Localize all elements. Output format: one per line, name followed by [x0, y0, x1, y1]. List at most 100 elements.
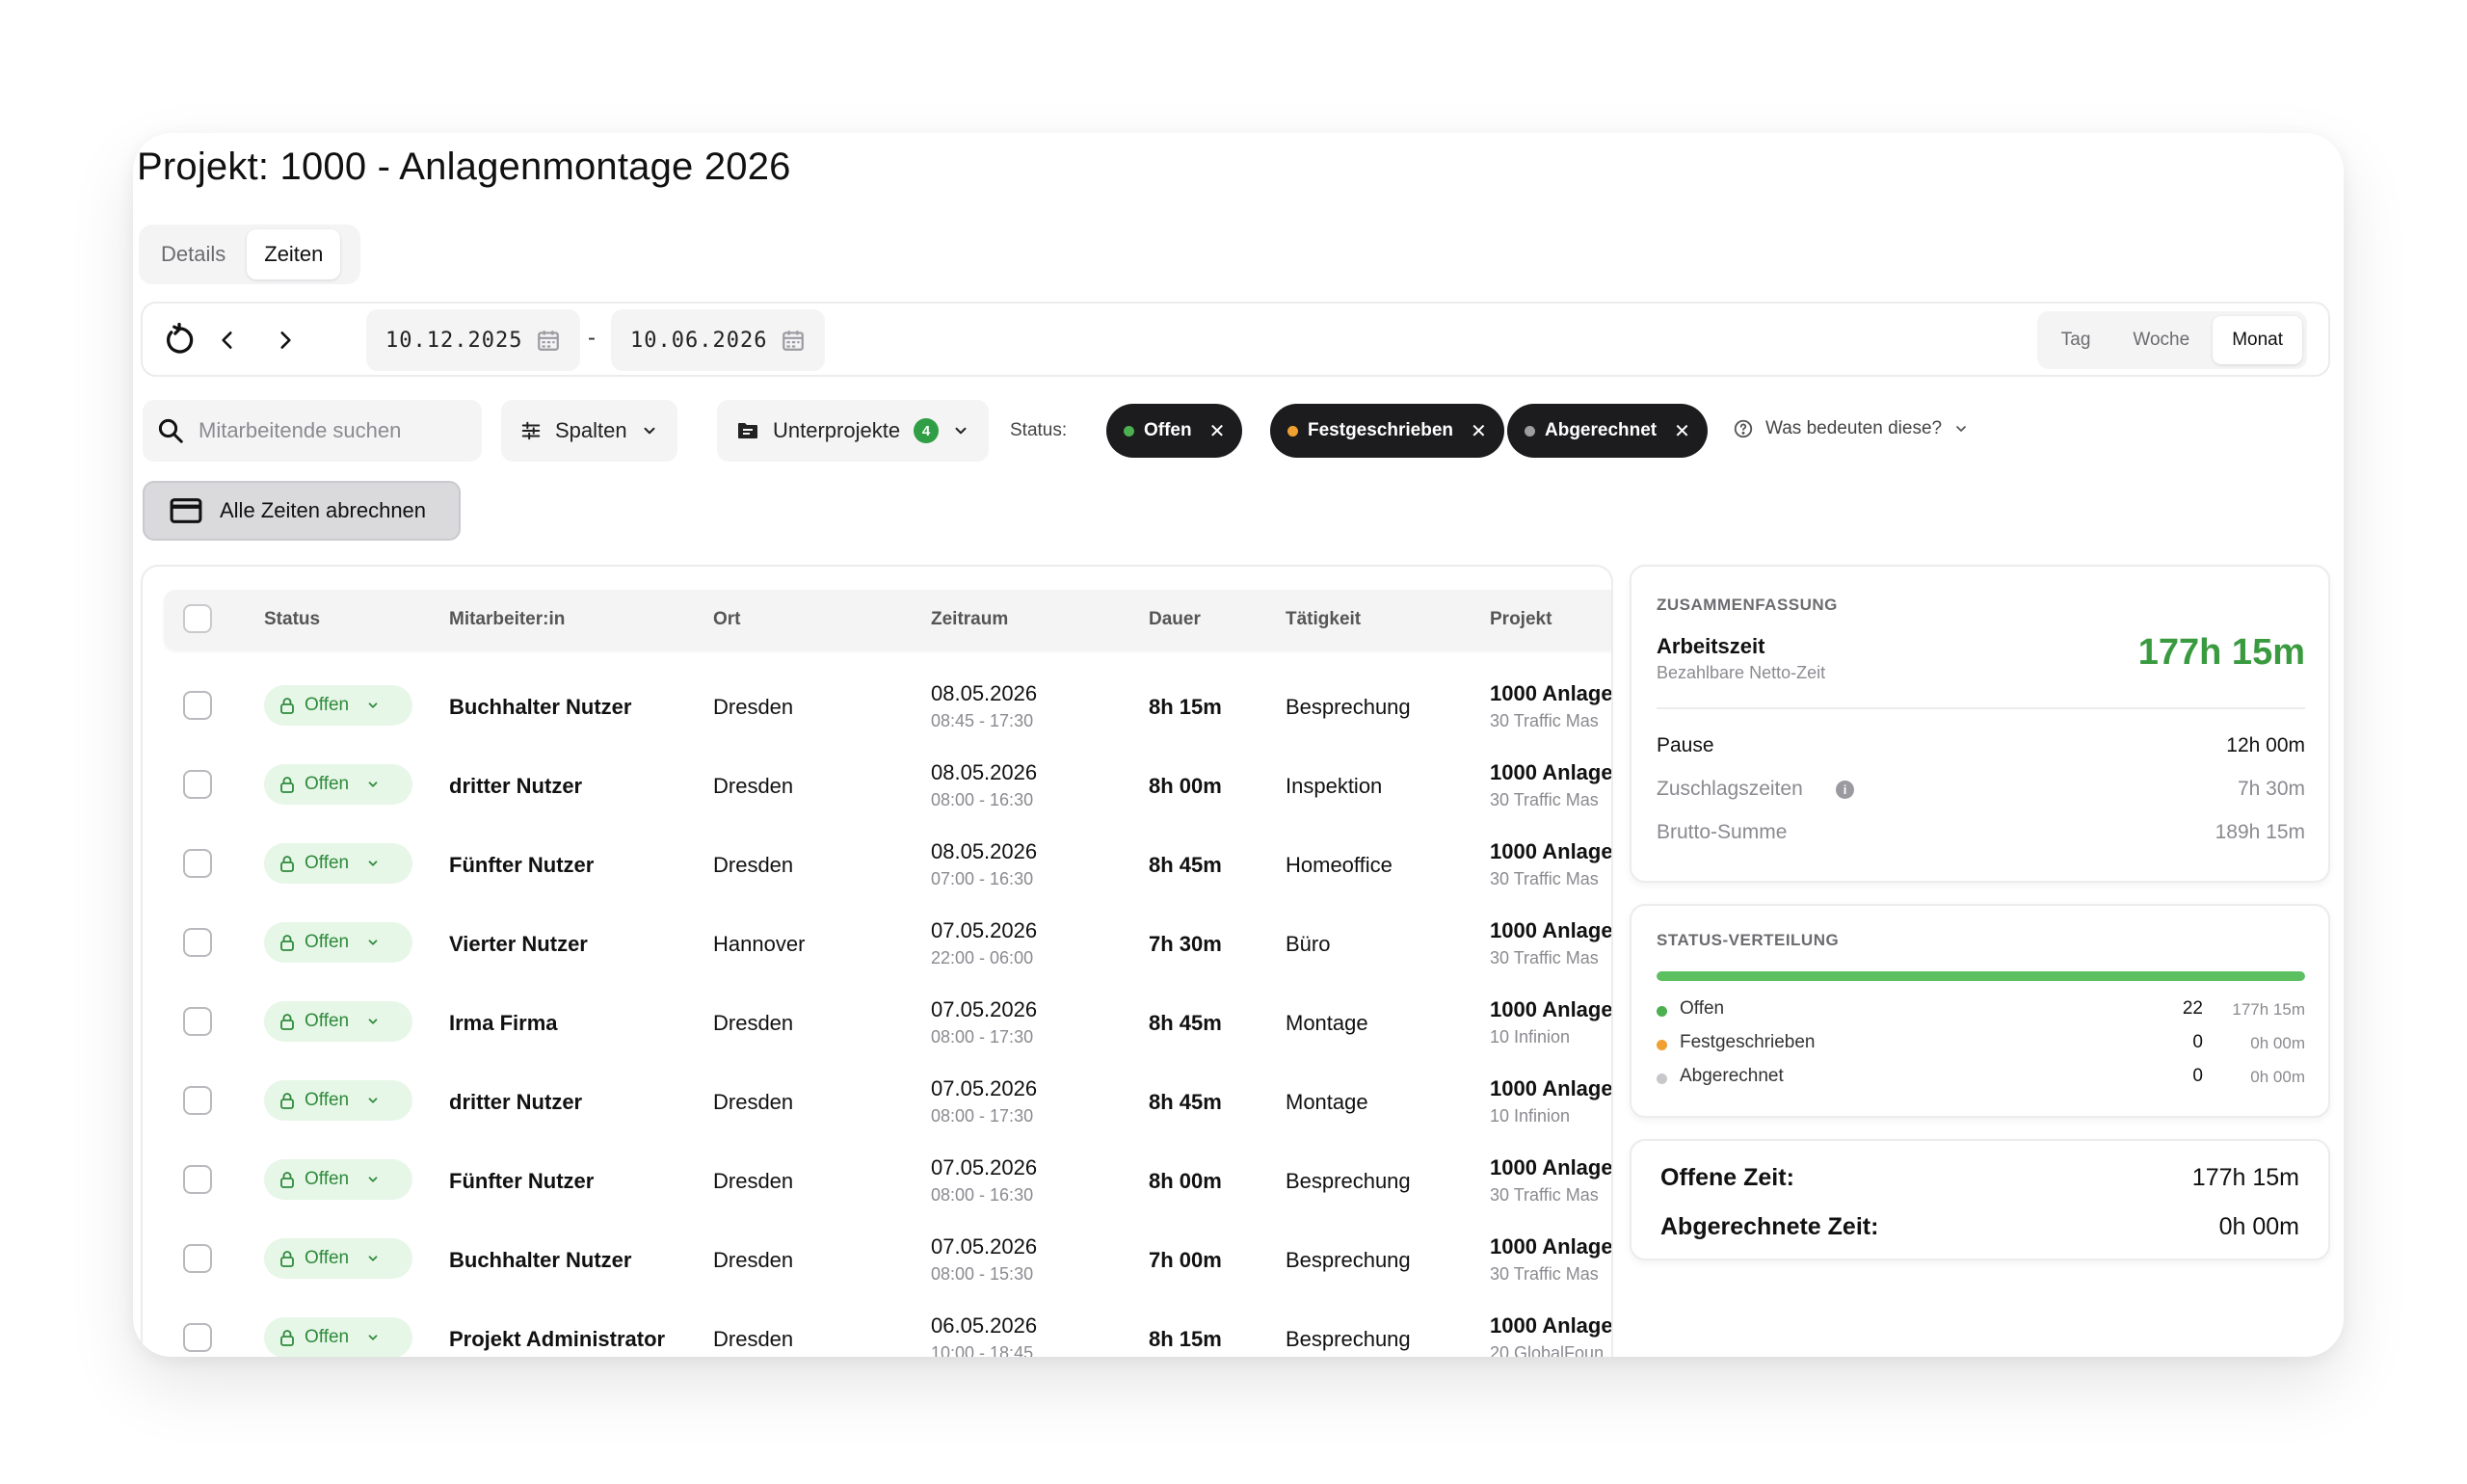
status-pill-label: Offen — [305, 1011, 350, 1031]
header-period[interactable]: Zeitraum — [931, 609, 1008, 630]
date-toolbar: 10.12.2025 - 10.06.2026 Tag Woche Monat — [141, 302, 2330, 377]
summary-surcharge-value: 7h 30m — [2237, 778, 2305, 800]
close-icon[interactable]: ✕ — [1471, 419, 1487, 443]
status-chip-abgerechnet[interactable]: Abgerechnet ✕ — [1507, 404, 1708, 458]
status-chip-festgeschrieben[interactable]: Festgeschrieben ✕ — [1270, 404, 1504, 458]
status-help-toggle[interactable]: Was bedeuten diese? — [1733, 418, 1969, 439]
time-range: 07:00 - 16:30 — [931, 869, 1034, 888]
tab-zeiten[interactable]: Zeiten — [247, 229, 341, 279]
chevron-down-icon — [366, 1173, 380, 1186]
open-time-label: Offene Zeit: — [1660, 1164, 1794, 1191]
table-row[interactable]: Offen Fünfter Nutzer Dresden 08.05.2026 07:0… — [143, 825, 1611, 904]
location: Dresden — [713, 1327, 794, 1351]
columns-button[interactable]: Spalten — [501, 400, 677, 462]
header-employee[interactable]: Mitarbeiter:in — [449, 609, 565, 630]
lock-icon — [279, 1329, 295, 1346]
header-status[interactable]: Status — [264, 609, 320, 630]
row-checkbox[interactable] — [183, 1244, 212, 1273]
activity: Inspektion — [1286, 774, 1383, 798]
view-week-button[interactable]: Woche — [2113, 316, 2209, 364]
row-checkbox[interactable] — [183, 1165, 212, 1194]
chevron-down-icon — [366, 699, 380, 712]
row-checkbox[interactable] — [183, 1323, 212, 1352]
search-input[interactable] — [199, 418, 468, 443]
status-pill[interactable]: Offen — [264, 922, 412, 963]
header-duration[interactable]: Dauer — [1149, 609, 1201, 630]
subprojects-button[interactable]: Unterprojekte 4 — [717, 400, 990, 462]
status-distribution-kicker: STATUS-VERTEILUNG — [1657, 931, 1840, 949]
status-progress-fill — [1657, 971, 2305, 981]
row-checkbox[interactable] — [183, 928, 212, 957]
date-to-field[interactable]: 10.06.2026 — [611, 309, 826, 371]
status-pill[interactable]: Offen — [264, 764, 412, 805]
columns-label: Spalten — [555, 418, 627, 442]
chevron-down-icon — [1956, 426, 1966, 432]
lock-icon — [279, 1092, 295, 1109]
close-icon[interactable]: ✕ — [1209, 419, 1226, 443]
status-pill-label: Offen — [305, 853, 350, 873]
employee-name: Irma Firma — [449, 1011, 558, 1035]
calendar-icon[interactable] — [536, 328, 561, 353]
table-row[interactable]: Offen Buchhalter Nutzer Dresden 08.05.2026 0… — [143, 667, 1611, 746]
header-activity[interactable]: Tätigkeit — [1286, 609, 1361, 630]
subproject-name: 10 Infinion — [1490, 1027, 1571, 1047]
view-day-button[interactable]: Tag — [2042, 316, 2110, 364]
bill-all-button[interactable]: Alle Zeiten abrechnen — [143, 481, 461, 541]
tab-details[interactable]: Details — [144, 229, 243, 279]
time-range: 08:00 - 15:30 — [931, 1264, 1034, 1284]
info-icon[interactable]: i — [1836, 781, 1854, 799]
status-count: 0 — [2192, 1066, 2203, 1086]
chevron-down-icon — [366, 1015, 380, 1028]
subproject-name: 30 Traffic Mas — [1490, 869, 1599, 888]
worktime-value: 177h 15m — [2137, 632, 2305, 673]
status-pill[interactable]: Offen — [264, 1238, 412, 1279]
status-pill[interactable]: Offen — [264, 843, 412, 884]
table-row[interactable]: Offen Buchhalter Nutzer Dresden 07.05.2026 0… — [143, 1220, 1611, 1299]
view-switcher: Tag Woche Monat — [2036, 311, 2307, 369]
date: 07.05.2026 — [931, 1234, 1038, 1259]
row-checkbox[interactable] — [183, 770, 212, 799]
date-from-field[interactable]: 10.12.2025 — [366, 309, 581, 371]
status-pill-label: Offen — [305, 774, 350, 794]
refresh-icon[interactable] — [156, 317, 202, 363]
bill-all-label: Alle Zeiten abrechnen — [220, 498, 427, 522]
table-row[interactable]: Offen Projekt Administrator Dresden 06.05.2… — [143, 1299, 1613, 1357]
view-month-button[interactable]: Monat — [2213, 316, 2302, 364]
status-chip-offen[interactable]: Offen ✕ — [1106, 404, 1243, 458]
status-pill[interactable]: Offen — [264, 1317, 412, 1357]
table-row[interactable]: Offen Fünfter Nutzer Dresden 07.05.2026 08:0… — [143, 1141, 1611, 1220]
select-all-checkbox[interactable] — [183, 604, 212, 633]
status-pill[interactable]: Offen — [264, 1080, 412, 1121]
status-dot — [1287, 425, 1298, 437]
chevron-right-icon[interactable] — [262, 317, 308, 363]
status-time: 0h 00m — [2250, 1034, 2305, 1052]
row-checkbox[interactable] — [183, 1086, 212, 1115]
row-checkbox[interactable] — [183, 691, 212, 720]
chevron-down-icon — [366, 857, 380, 870]
status-pill[interactable]: Offen — [264, 1159, 412, 1200]
status-name: Festgeschrieben — [1680, 1032, 1816, 1052]
table-row[interactable]: Offen dritter Nutzer Dresden 07.05.2026 08:0… — [143, 1062, 1611, 1141]
close-icon[interactable]: ✕ — [1674, 419, 1690, 443]
status-pill[interactable]: Offen — [264, 1001, 412, 1042]
activity: Besprechung — [1286, 695, 1411, 719]
help-label: Was bedeuten diese? — [1765, 418, 1943, 438]
chevron-left-icon[interactable] — [204, 317, 251, 363]
row-checkbox[interactable] — [183, 849, 212, 878]
subproject-name: 30 Traffic Mas — [1490, 1264, 1599, 1284]
date-separator: - — [588, 325, 596, 351]
row-checkbox[interactable] — [183, 1007, 212, 1036]
summary-panel: ZUSAMMENFASSUNG Arbeitszeit Bezahlbare N… — [1630, 565, 2330, 883]
chip-label: Offen — [1144, 420, 1192, 440]
header-location[interactable]: Ort — [713, 609, 741, 630]
table-row[interactable]: Offen dritter Nutzer Dresden 08.05.2026 08:0… — [143, 746, 1611, 825]
table-row[interactable]: Offen Vierter Nutzer Hannover 07.05.2026 22:… — [143, 904, 1611, 983]
project-name: 1000 Anlage — [1490, 1313, 1613, 1338]
status-pill[interactable]: Offen — [264, 685, 412, 726]
location: Dresden — [713, 774, 794, 798]
employee-name: Fünfter Nutzer — [449, 853, 595, 877]
header-project[interactable]: Projekt — [1490, 609, 1552, 630]
table-row[interactable]: Offen Irma Firma Dresden 07.05.2026 08:00 - … — [143, 983, 1611, 1062]
calendar-icon[interactable] — [781, 328, 806, 353]
table-header: Status Mitarbeiter:in Ort Zeitraum Dauer… — [164, 590, 1611, 649]
